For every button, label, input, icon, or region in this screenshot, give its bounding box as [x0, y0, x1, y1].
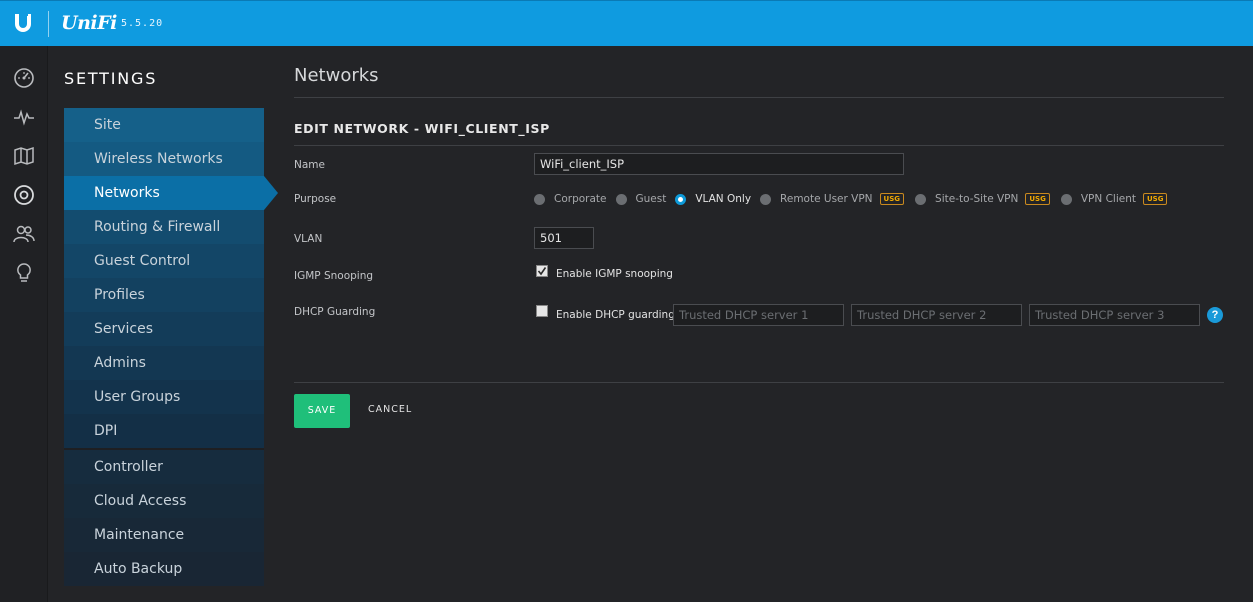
igmp-checkbox-label[interactable]: Enable IGMP snooping	[556, 268, 673, 280]
sidebar-item-label: DPI	[94, 423, 118, 439]
settings-menu: Site Wireless Networks Networks Routing & F…	[64, 108, 278, 586]
sidebar-item-label: Guest Control	[94, 253, 191, 269]
purpose-label-remote-user-vpn[interactable]: Remote User VPN	[780, 193, 873, 205]
checkmark-icon	[537, 267, 547, 276]
purpose-radio-vpn-client[interactable]	[1060, 193, 1072, 205]
sidebar-item-label: User Groups	[94, 389, 181, 405]
statistics-icon[interactable]	[12, 105, 36, 129]
dhcp-server-3-input[interactable]: Trusted DHCP server 3	[1029, 304, 1200, 326]
dhcp-checkbox-label[interactable]: Enable DHCP guarding	[556, 309, 675, 321]
sidebar-item-site[interactable]: Site	[64, 108, 264, 142]
sidebar-item-routing-firewall[interactable]: Routing & Firewall	[64, 210, 264, 244]
insights-icon[interactable]	[12, 261, 36, 285]
sidebar-item-label: Routing & Firewall	[94, 219, 221, 235]
purpose-label: Purpose	[294, 193, 337, 205]
map-icon[interactable]	[12, 144, 36, 168]
sidebar-item-label: Auto Backup	[94, 561, 183, 577]
purpose-radio-group: Corporate Guest VLAN Only Remote User VPN US…	[534, 191, 1178, 207]
sidebar-item-label: Controller	[94, 459, 163, 475]
purpose-label-vpn-client[interactable]: VPN Client	[1081, 193, 1136, 205]
purpose-label-corporate[interactable]: Corporate	[554, 193, 607, 205]
name-input[interactable]: WiFi_client_ISP	[534, 153, 904, 175]
version-label: 5.5.20	[121, 18, 164, 29]
sidebar-item-label: Maintenance	[94, 527, 185, 543]
clients-icon[interactable]	[12, 222, 36, 246]
cancel-button[interactable]: CANCEL	[368, 404, 412, 415]
sidebar-item-label: Services	[94, 321, 154, 337]
dhcp-label: DHCP Guarding	[294, 306, 376, 318]
sidebar-item-cloud-access[interactable]: Cloud Access	[64, 484, 264, 518]
usg-badge: USG	[1142, 193, 1168, 205]
sidebar-item-dpi[interactable]: DPI	[64, 414, 264, 448]
igmp-checkbox[interactable]	[536, 265, 548, 277]
section-divider	[294, 145, 1224, 146]
title-divider	[294, 97, 1224, 98]
purpose-label-site-to-site-vpn[interactable]: Site-to-Site VPN	[935, 193, 1018, 205]
purpose-radio-corporate[interactable]	[534, 193, 545, 205]
sidebar-item-maintenance[interactable]: Maintenance	[64, 518, 264, 552]
sidebar-item-services[interactable]: Services	[64, 312, 264, 346]
sidebar-item-label: Admins	[94, 355, 146, 371]
dashboard-icon[interactable]	[12, 66, 36, 90]
page-title: Networks	[294, 65, 379, 86]
sidebar-item-label: Networks	[94, 185, 160, 201]
section-title: EDIT NETWORK - WIFI_CLIENT_ISP	[294, 121, 550, 136]
nav-rail	[0, 46, 48, 602]
dhcp-server-2-input[interactable]: Trusted DHCP server 2	[851, 304, 1022, 326]
sidebar-item-profiles[interactable]: Profiles	[64, 278, 264, 312]
purpose-label-vlan-only[interactable]: VLAN Only	[695, 193, 751, 205]
sidebar-item-label: Site	[94, 117, 121, 133]
purpose-label-guest[interactable]: Guest	[636, 193, 667, 205]
usg-badge: USG	[879, 193, 905, 205]
sidebar-item-guest-control[interactable]: Guest Control	[64, 244, 264, 278]
header-divider	[48, 11, 49, 37]
sidebar-item-wireless-networks[interactable]: Wireless Networks	[64, 142, 264, 176]
dhcp-checkbox[interactable]	[536, 305, 548, 317]
purpose-radio-vlan-only[interactable]	[675, 193, 687, 205]
sidebar-item-networks[interactable]: Networks	[64, 176, 278, 210]
help-icon[interactable]: ?	[1207, 307, 1223, 323]
igmp-label: IGMP Snooping	[294, 270, 374, 282]
brand-logo[interactable]: UniFi	[61, 12, 117, 34]
sidebar-item-controller[interactable]: Controller	[64, 450, 264, 484]
sidebar-item-label: Cloud Access	[94, 493, 187, 509]
usg-badge: USG	[1025, 193, 1050, 205]
sidebar-item-label: Profiles	[94, 287, 145, 303]
ubiquiti-u-icon[interactable]	[12, 12, 34, 34]
settings-title: SETTINGS	[64, 69, 158, 88]
dhcp-server-1-input[interactable]: Trusted DHCP server 1	[673, 304, 844, 326]
name-label: Name	[294, 159, 325, 171]
sidebar-item-user-groups[interactable]: User Groups	[64, 380, 264, 414]
sidebar-item-admins[interactable]: Admins	[64, 346, 264, 380]
footer-divider	[294, 382, 1224, 383]
vlan-input[interactable]: 501	[534, 227, 594, 249]
sidebar-item-label: Wireless Networks	[94, 151, 223, 167]
purpose-radio-guest[interactable]	[615, 193, 627, 205]
sidebar-item-auto-backup[interactable]: Auto Backup	[64, 552, 264, 586]
active-pointer-icon	[264, 176, 278, 210]
purpose-radio-site-to-site-vpn[interactable]	[915, 193, 927, 205]
top-bar: UniFi 5.5.20	[0, 0, 1253, 46]
vlan-label: VLAN	[294, 233, 323, 245]
devices-icon[interactable]	[12, 183, 36, 207]
purpose-radio-remote-user-vpn[interactable]	[760, 193, 772, 205]
save-button[interactable]: SAVE	[294, 394, 350, 428]
